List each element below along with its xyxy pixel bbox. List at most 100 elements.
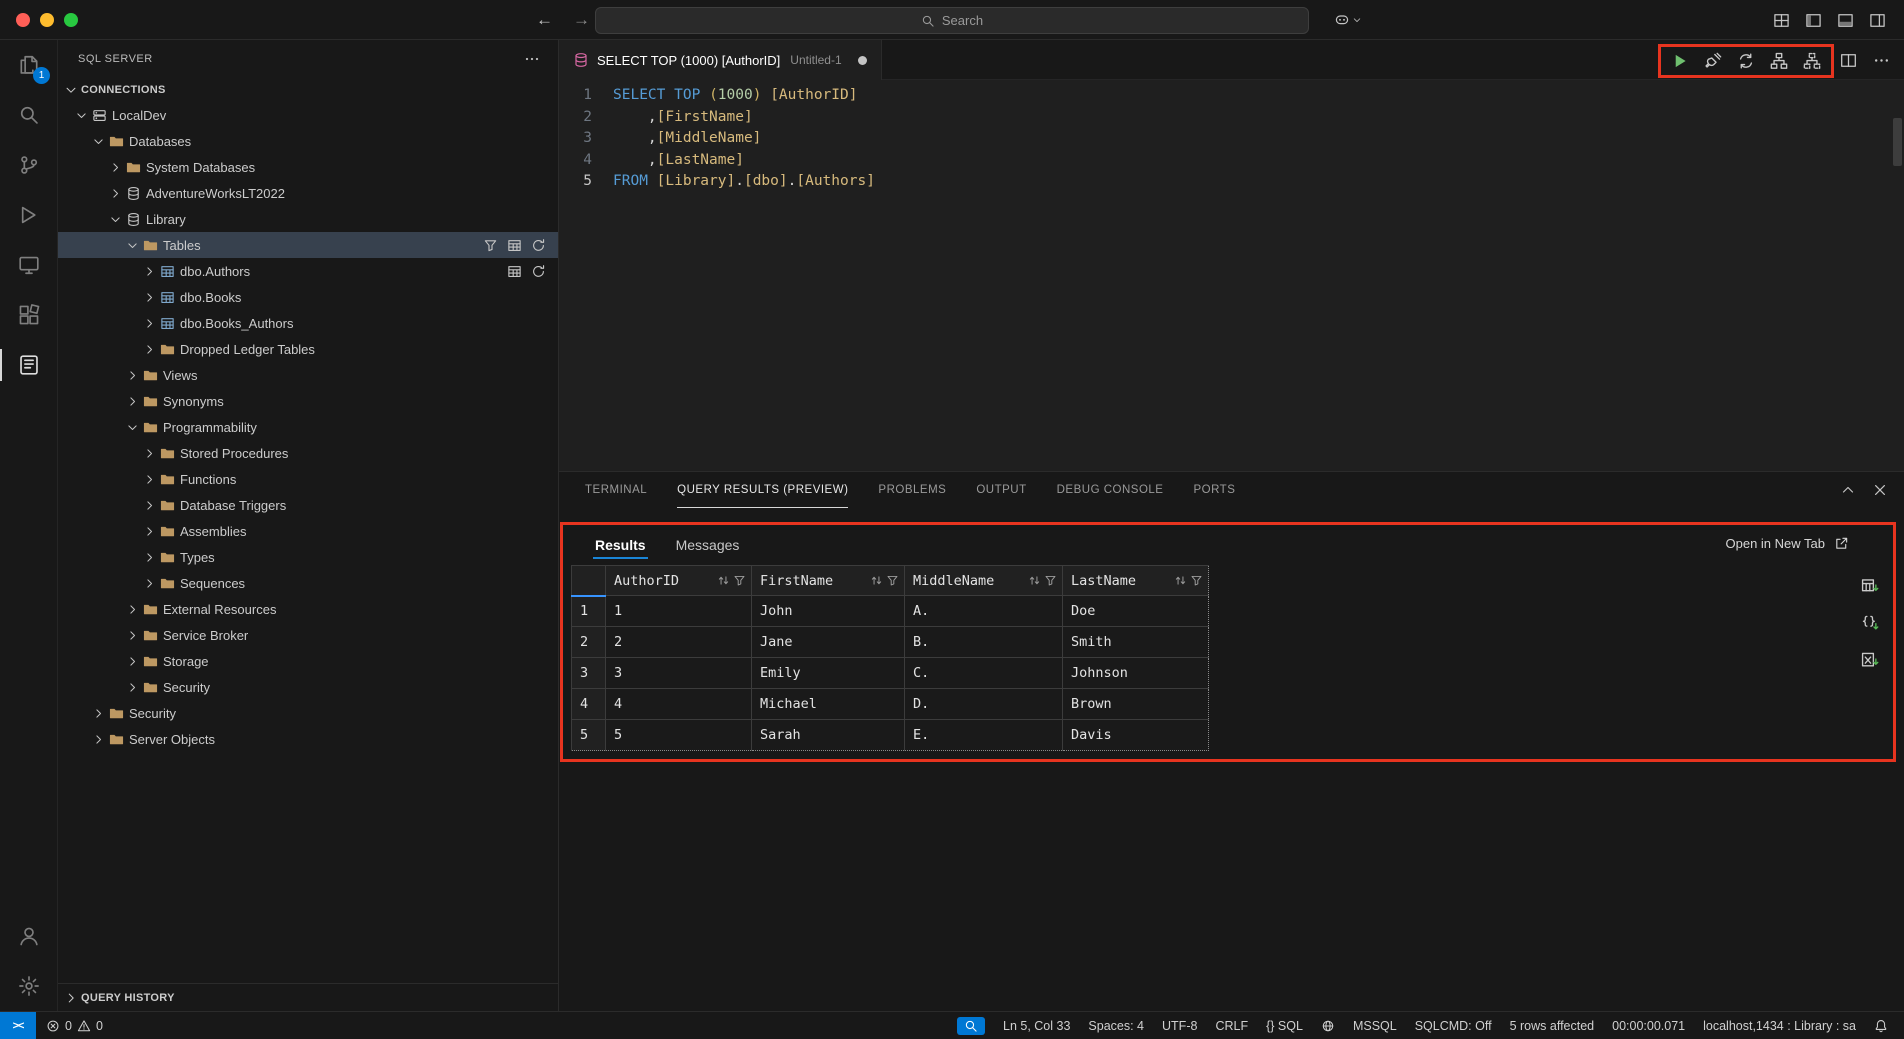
grid-cell[interactable]: Brown [1063,689,1209,720]
more-actions-icon[interactable] [524,51,540,67]
grid-cell[interactable]: 2 [606,627,752,658]
chevron-right-icon[interactable] [106,187,124,200]
chevron-right-icon[interactable] [123,681,141,694]
grid-row[interactable]: 44MichaelD.Brown [572,689,1209,720]
editor-scrollbar[interactable] [1893,118,1902,166]
chevron-right-icon[interactable] [123,655,141,668]
remote-indicator[interactable]: >< [0,1012,36,1039]
grid-cell[interactable]: 4 [606,689,752,720]
save-as-excel-icon[interactable] [1861,651,1879,669]
chevron-down-icon[interactable] [72,109,90,122]
grid-cell[interactable]: E. [905,720,1063,751]
grid-cell[interactable]: A. [905,596,1063,627]
grid-cell[interactable]: Sarah [752,720,905,751]
tree-item-security[interactable]: Security [58,674,558,700]
sort-icon[interactable] [1028,574,1041,587]
chevron-down-icon[interactable] [123,421,141,434]
chevron-right-icon[interactable] [140,291,158,304]
sort-icon[interactable] [717,574,730,587]
tree-item-dbo-authors[interactable]: dbo.Authors [58,258,558,284]
tree-item-programmability[interactable]: Programmability [58,414,558,440]
row-number-cell[interactable]: 4 [572,689,606,720]
panel-tab-query-results-preview[interactable]: QUERY RESULTS (PREVIEW) [677,472,848,508]
code-line[interactable]: 3 ,[MiddleName] [559,128,1904,150]
tree-item-server-objects[interactable]: Server Objects [58,726,558,752]
editor-pane[interactable]: 1SELECT TOP (1000) [AuthorID]2 ,[FirstNa… [559,80,1904,471]
tree-item-dbo-books-authors[interactable]: dbo.Books_Authors [58,310,558,336]
grid-row[interactable]: 33EmilyC.Johnson [572,658,1209,689]
statusbar-encoding[interactable]: UTF-8 [1162,1019,1197,1033]
statusbar-rows-affected[interactable]: 5 rows affected [1510,1019,1595,1033]
close-window-button[interactable] [16,13,30,27]
estimated-plan-icon[interactable] [1770,52,1788,70]
activity-accounts[interactable] [0,911,57,961]
panel-tab-debug-console[interactable]: DEBUG CONSOLE [1057,472,1164,508]
grid-cell[interactable]: Davis [1063,720,1209,751]
copilot-menu[interactable] [1334,0,1362,40]
problems-indicator[interactable]: 0 0 [46,1019,103,1033]
results-tab-messages[interactable]: Messages [674,531,742,559]
chevron-right-icon[interactable] [140,577,158,590]
code-line[interactable]: 1SELECT TOP (1000) [AuthorID] [559,85,1904,107]
grid-cell[interactable]: B. [905,627,1063,658]
refresh-icon[interactable] [531,238,546,253]
chevron-right-icon[interactable] [140,265,158,278]
tree-item-views[interactable]: Views [58,362,558,388]
tree-item-dropped-ledger-tables[interactable]: Dropped Ledger Tables [58,336,558,362]
row-number-cell[interactable]: 3 [572,658,606,689]
select-all-corner[interactable] [572,566,606,596]
statusbar-indentation[interactable]: Spaces: 4 [1088,1019,1144,1033]
grid-cell[interactable]: 1 [606,596,752,627]
tree-item-service-broker[interactable]: Service Broker [58,622,558,648]
column-header-lastname[interactable]: LastName [1063,566,1209,596]
toggle-panel-icon[interactable] [1837,12,1854,29]
tree-item-system-databases[interactable]: System Databases [58,154,558,180]
sort-icon[interactable] [870,574,883,587]
results-grid[interactable]: AuthorIDFirstNameMiddleNameLastName11Joh… [571,565,1209,751]
statusbar-connection-status[interactable]: localhost,1434 : Library : sa [1703,1019,1856,1033]
activity-settings[interactable] [0,961,57,1011]
statusbar-eol[interactable]: CRLF [1215,1019,1248,1033]
row-number-cell[interactable]: 1 [572,596,606,627]
panel-tab-ports[interactable]: PORTS [1193,472,1235,508]
chevron-right-icon[interactable] [140,499,158,512]
grid-cell[interactable]: Smith [1063,627,1209,658]
sort-icon[interactable] [1174,574,1187,587]
code-line[interactable]: 5FROM [Library].[dbo].[Authors] [559,171,1904,193]
disconnect-icon[interactable] [1704,52,1722,70]
change-connection-icon[interactable] [1737,52,1755,70]
grid-cell[interactable]: C. [905,658,1063,689]
chevron-right-icon[interactable] [140,473,158,486]
tree-item-library[interactable]: Library [58,206,558,232]
chevron-right-icon[interactable] [123,603,141,616]
row-number-cell[interactable]: 5 [572,720,606,751]
activity-search[interactable] [0,90,57,140]
filter-icon[interactable] [733,574,746,587]
more-actions-icon[interactable] [1873,52,1890,69]
filter-icon[interactable] [1044,574,1057,587]
chevron-right-icon[interactable] [140,447,158,460]
chevron-right-icon[interactable] [140,525,158,538]
save-as-csv-icon[interactable] [1861,577,1879,595]
statusbar-language-status[interactable] [1321,1019,1335,1033]
tree-item-sequences[interactable]: Sequences [58,570,558,596]
grid-cell[interactable]: Michael [752,689,905,720]
tree-item-security[interactable]: Security [58,700,558,726]
column-header-middlename[interactable]: MiddleName [905,566,1063,596]
activity-extensions[interactable] [0,290,57,340]
chevron-right-icon[interactable] [106,161,124,174]
code-line[interactable]: 2 ,[FirstName] [559,107,1904,129]
chevron-right-icon[interactable] [123,629,141,642]
tree-item-database-triggers[interactable]: Database Triggers [58,492,558,518]
toggle-primary-sidebar-icon[interactable] [1805,12,1822,29]
tree-item-functions[interactable]: Functions [58,466,558,492]
activity-remote-explorer[interactable] [0,240,57,290]
grid-cell[interactable]: D. [905,689,1063,720]
filter-icon[interactable] [886,574,899,587]
tree-item-stored-procedures[interactable]: Stored Procedures [58,440,558,466]
tree-item-adventureworkslt2022[interactable]: AdventureWorksLT2022 [58,180,558,206]
activity-source-control[interactable] [0,140,57,190]
grid-cell[interactable]: Doe [1063,596,1209,627]
chevron-right-icon[interactable] [140,317,158,330]
connections-section-header[interactable]: CONNECTIONS [58,78,558,102]
